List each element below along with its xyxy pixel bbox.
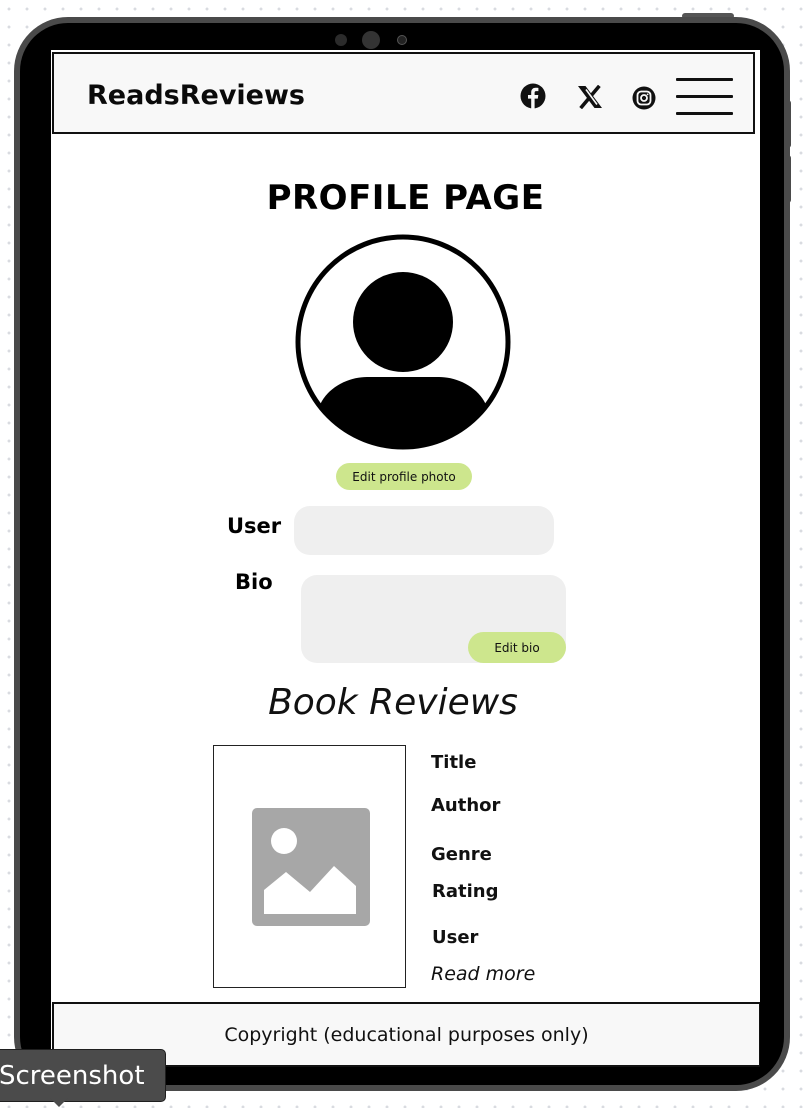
tooltip-pointer [50,1098,68,1107]
camera-lens-icon [362,31,380,49]
edit-profile-photo-button[interactable]: Edit profile photo [336,463,472,490]
site-header: ReadsReviews [52,52,755,134]
review-user-label: User [432,927,479,948]
read-more-link[interactable]: Read more [431,963,535,985]
user-label: User [227,514,282,538]
brand-logo[interactable]: ReadsReviews [87,80,305,111]
bio-label: Bio [235,570,273,594]
user-field[interactable] [294,506,554,555]
page-title: PROFILE PAGE [266,178,545,218]
review-genre-label: Genre [431,844,492,865]
device-volume-up-button [784,100,791,148]
screen: ReadsReviews PROFILE PAGE Edit profile p… [51,50,760,1067]
x-icon[interactable] [577,85,603,109]
copyright-text: Copyright (educational purposes only) [224,1023,589,1046]
facebook-icon[interactable] [520,83,546,109]
review-rating-label: Rating [432,881,499,902]
review-title-label: Title [431,752,477,773]
book-cover[interactable] [213,745,406,988]
hamburger-menu-icon[interactable] [676,78,733,116]
avatar-icon [295,234,511,450]
camera-light-icon [397,35,407,45]
camera-sensor-icon [335,34,347,46]
reviews-heading: Book Reviews [268,682,518,723]
instagram-icon[interactable] [632,86,656,110]
device-volume-down-button [784,155,791,203]
image-placeholder-icon [252,808,370,926]
edit-bio-button[interactable]: Edit bio [468,632,566,663]
review-author-label: Author [431,795,501,816]
screenshot-tooltip: Screenshot [0,1049,166,1102]
